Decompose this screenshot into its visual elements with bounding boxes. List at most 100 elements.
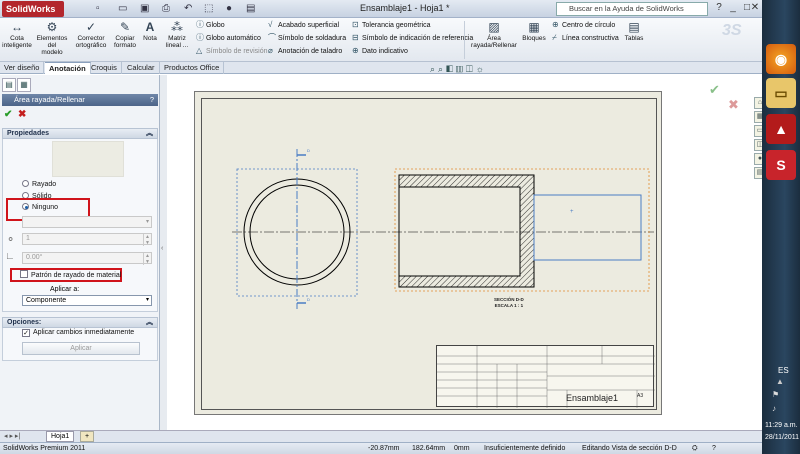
- tray-expand-icon[interactable]: ▲: [776, 377, 784, 386]
- surface-finish-button[interactable]: √ Acabado superficial: [268, 19, 339, 30]
- apply-button[interactable]: Aplicar: [22, 342, 140, 355]
- hatch-angle-field[interactable]: 0.00° ▲ ▼: [22, 252, 152, 265]
- minimize-button[interactable]: _: [726, 2, 740, 15]
- status-bar: SolidWorks Premium 2011 -20.87mm 182.64m…: [0, 442, 762, 454]
- display-style-icon[interactable]: ◫: [466, 64, 476, 74]
- cancel-x-icon[interactable]: ✖: [18, 109, 26, 120]
- hatched-section-body[interactable]: [398, 174, 535, 288]
- model-items-button[interactable]: ⚙ Elementos del modelo: [36, 18, 68, 60]
- language-indicator[interactable]: ES: [778, 366, 789, 375]
- sheet-tab-hoja1[interactable]: Hoja1: [46, 431, 75, 442]
- status-help-icon[interactable]: ?: [712, 443, 716, 454]
- panel-splitter[interactable]: ‹: [160, 75, 167, 430]
- tab-ver-diseno[interactable]: Ver diseño: [0, 62, 45, 74]
- firefox-icon[interactable]: ◉: [766, 44, 796, 74]
- radio-ninguno[interactable]: Ninguno: [22, 203, 58, 213]
- angle-spinner[interactable]: ▲ ▼: [143, 253, 151, 265]
- help-icon[interactable]: ?: [712, 2, 726, 15]
- sheet-nav-arrows[interactable]: ◂ ▸ ▸|: [4, 432, 20, 440]
- previous-view-icon[interactable]: ◧: [446, 64, 456, 74]
- volume-icon[interactable]: ♪: [772, 404, 776, 413]
- hatch-pattern-dropdown[interactable]: ▾: [22, 216, 152, 228]
- properties-group-header[interactable]: Propiedades ︽: [2, 128, 158, 139]
- property-manager-tab-icon[interactable]: ▦: [17, 78, 31, 92]
- clock-time[interactable]: 11:29 a.m.: [765, 422, 798, 429]
- close-button[interactable]: ✕: [748, 2, 762, 15]
- view-settings-icon[interactable]: ☼: [476, 64, 487, 74]
- section-view-icon[interactable]: ▥: [456, 64, 466, 74]
- document-title: Ensamblaje1 - Hoja1 *: [360, 3, 450, 13]
- material-hatch-checkbox[interactable]: Patrón de rayado de material: [20, 270, 121, 281]
- flag-icon[interactable]: ⚑: [772, 390, 779, 399]
- new-file-icon[interactable]: ▫: [96, 2, 100, 16]
- apply-immediately-checkbox[interactable]: ✓ Aplicar cambios inmediatamente: [22, 328, 134, 338]
- zoom-fit-icon[interactable]: ⌕: [430, 64, 438, 74]
- ok-checkmark-icon[interactable]: ✔: [4, 109, 12, 120]
- print-icon[interactable]: ⎙: [162, 2, 170, 16]
- apply-to-select[interactable]: Componente ▾: [22, 295, 152, 306]
- rebuild-icon[interactable]: ●: [226, 2, 232, 16]
- geometric-tolerance-icon: ⊡: [352, 20, 359, 29]
- tab-calcular[interactable]: Calcular: [123, 62, 160, 74]
- centerline-button[interactable]: ⌿ Línea constructiva: [552, 32, 619, 43]
- title-block[interactable]: [436, 345, 655, 408]
- tab-croquis[interactable]: Croquis: [87, 62, 122, 74]
- smart-dimension-button[interactable]: ↔ Cota inteligente: [2, 18, 32, 60]
- help-icon[interactable]: ?: [150, 94, 154, 106]
- add-sheet-icon[interactable]: +: [80, 431, 94, 442]
- open-file-icon[interactable]: ▭: [118, 2, 127, 16]
- format-painter-button[interactable]: ✎ Copiar formato: [112, 18, 138, 60]
- revision-symbol-button[interactable]: △ Símbolo de revisión: [196, 45, 267, 56]
- zoom-area-icon[interactable]: ⌕: [438, 64, 446, 74]
- blocks-button[interactable]: ▦ Bloques: [520, 18, 548, 60]
- tables-button[interactable]: ▤ Tablas: [622, 18, 646, 60]
- confirm-ok-icon[interactable]: ✔: [709, 82, 720, 98]
- center-mark-button[interactable]: ⊕ Centro de círculo: [552, 19, 615, 30]
- datum-feature-icon: ⊟: [352, 33, 359, 42]
- note-button[interactable]: A Nota: [140, 18, 160, 60]
- datum-target-button[interactable]: ⊕ Dato indicativo: [352, 45, 408, 56]
- heads-up-view-toolbar[interactable]: ⌕⌕◧▥◫☼: [430, 64, 487, 76]
- spell-checker-button[interactable]: ✓ Corrector ortográfico: [74, 18, 108, 60]
- status-rebuild-icon[interactable]: ⛭: [692, 443, 698, 454]
- confirm-cancel-icon[interactable]: ✖: [728, 97, 739, 113]
- help-search-input[interactable]: Buscar en la Ayuda de SolidWorks: [556, 2, 708, 16]
- save-icon[interactable]: ▣: [140, 2, 149, 16]
- options-group-header[interactable]: Opciones: ︽: [2, 317, 158, 328]
- undo-icon[interactable]: ↶: [184, 2, 192, 16]
- feature-tree-tab-icon[interactable]: ▤: [2, 78, 16, 92]
- clock-date[interactable]: 28/11/2011: [765, 434, 799, 441]
- solidworks-taskbar-icon[interactable]: S: [766, 150, 796, 180]
- hole-callout-button[interactable]: ⌀ Anotación de taladro: [268, 45, 342, 56]
- section-outer-outline: [398, 174, 535, 288]
- acrobat-icon[interactable]: ▲: [766, 114, 796, 144]
- shaft-outline[interactable]: [533, 194, 642, 261]
- radio-rayado[interactable]: Rayado: [22, 180, 56, 190]
- scale-spinner[interactable]: ▲ ▼: [143, 234, 151, 246]
- balloon-button[interactable]: ⓘ Globo: [196, 19, 225, 30]
- tab-anotacion[interactable]: Anotación: [45, 62, 91, 74]
- surface-finish-icon: √: [268, 20, 273, 29]
- weld-symbol-button[interactable]: ⌒ Símbolo de soldadura: [268, 32, 346, 43]
- geometric-tolerance-button[interactable]: ⊡ Tolerancia geométrica: [352, 19, 430, 30]
- scale-icon: ⚬: [6, 234, 16, 246]
- file-explorer-icon[interactable]: ▭: [766, 78, 796, 108]
- datum-feature-button[interactable]: ⊟ Símbolo de indicación de referencia: [352, 32, 473, 43]
- spell-checker-icon: ✓: [85, 20, 97, 34]
- solidworks-logo[interactable]: SolidWorks: [2, 1, 64, 17]
- select-icon[interactable]: ⬚: [204, 2, 213, 16]
- linear-pattern-button[interactable]: ⁂ Matriz lineal ...: [162, 18, 192, 60]
- area-hatch-fill-button[interactable]: ▨ Área rayada/Rellenar: [470, 18, 518, 60]
- tab-productos-office[interactable]: Productos Office: [160, 62, 225, 74]
- title-block-name: Ensamblaje1: [566, 393, 619, 403]
- status-x-coord: -20.87mm: [368, 445, 400, 452]
- blocks-icon: ▦: [528, 20, 540, 34]
- options-icon[interactable]: ▤: [246, 2, 255, 16]
- hole-callout-icon: ⌀: [268, 46, 273, 55]
- hatch-scale-field[interactable]: 1 ▲ ▼: [22, 233, 152, 246]
- status-editing: Editando Vista de sección D-D: [582, 445, 677, 452]
- section-letter-bottom: D: [307, 297, 310, 302]
- auto-balloon-button[interactable]: ⓘ Globo automático: [196, 32, 261, 43]
- cursor-plus-icon: +: [570, 209, 574, 215]
- section-letter-top: D: [307, 148, 310, 153]
